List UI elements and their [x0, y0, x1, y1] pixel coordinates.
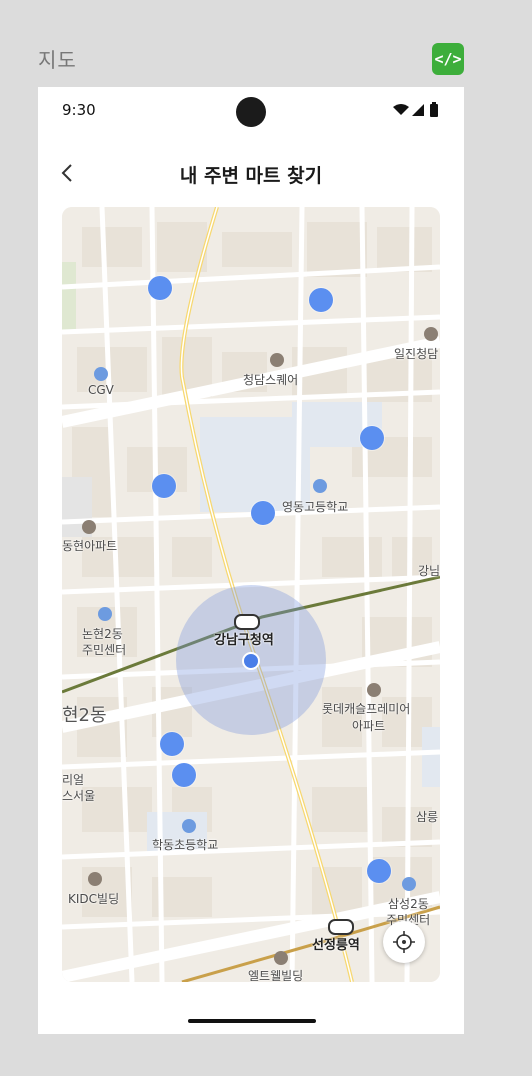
building-pin-icon — [424, 327, 438, 341]
map-label: 엘트웰빌딩 — [248, 969, 304, 982]
my-location-dot — [242, 652, 260, 670]
building-pin-icon — [94, 367, 108, 381]
station-label: 선정릉역 — [312, 938, 360, 953]
home-indicator[interactable] — [188, 1019, 316, 1023]
store-marker[interactable] — [160, 732, 184, 756]
apartment-pin-icon — [82, 520, 96, 534]
store-marker[interactable] — [360, 426, 384, 450]
building-pin-icon — [88, 872, 102, 886]
map-label: 영동고등학교 — [282, 500, 349, 514]
camera-cutout — [236, 97, 266, 127]
status-icons — [392, 102, 442, 122]
building-pin-icon — [270, 353, 284, 367]
code-view-button[interactable]: </> — [432, 43, 464, 75]
school-pin-icon — [182, 819, 196, 833]
school-pin-icon — [313, 479, 327, 493]
map-label: 롯데캐슬프레미어 — [322, 702, 411, 716]
store-marker[interactable] — [309, 288, 333, 312]
phone-screen: 9:30 내 주변 마트 찾기 청담스퀘어 CGV 일진청담 영동고등학교 동현… — [38, 87, 464, 1034]
store-marker[interactable] — [251, 501, 275, 525]
map-label: 일진청담 — [394, 347, 439, 361]
signal-icon — [412, 104, 424, 116]
map-label: CGV — [88, 383, 114, 397]
station-icon — [328, 919, 354, 935]
battery-icon — [430, 102, 438, 117]
map-label: 주민센터 — [82, 643, 127, 657]
store-marker[interactable] — [172, 763, 196, 787]
district-label: 현2동 — [62, 705, 107, 726]
map-label: 아파트 — [352, 719, 386, 733]
map-label: 학동초등학교 — [152, 838, 219, 852]
store-marker[interactable] — [148, 276, 172, 300]
station-icon — [234, 614, 260, 630]
page-title: 내 주변 마트 찾기 — [179, 165, 323, 187]
map-label: KIDC빌딩 — [68, 892, 120, 906]
map-label: 스서울 — [62, 789, 96, 803]
map-label: 강님 — [418, 564, 440, 578]
map-label: 리얼 — [62, 773, 85, 787]
map-label: 삼릉 — [416, 810, 439, 824]
map-label: 논현2동 — [82, 627, 123, 641]
map-label: 동현아파트 — [62, 539, 118, 553]
map-view[interactable]: 청담스퀘어 CGV 일진청담 영동고등학교 동현아파트 강님 논현2동 주민센터… — [62, 207, 440, 982]
locate-me-button[interactable] — [383, 921, 425, 963]
store-marker[interactable] — [152, 474, 176, 498]
office-pin-icon — [98, 607, 112, 621]
map-label: 삼성2동 — [388, 897, 429, 911]
wifi-icon — [393, 104, 409, 115]
store-marker[interactable] — [367, 859, 391, 883]
status-time: 9:30 — [62, 101, 96, 119]
crosshair-icon — [393, 931, 415, 953]
frame-title: 지도 — [38, 48, 77, 72]
office-pin-icon — [402, 877, 416, 891]
map-label: 청담스퀘어 — [243, 373, 299, 387]
station-label: 강남구청역 — [214, 633, 274, 648]
apartment-pin-icon — [367, 683, 381, 697]
building-pin-icon — [274, 951, 288, 965]
